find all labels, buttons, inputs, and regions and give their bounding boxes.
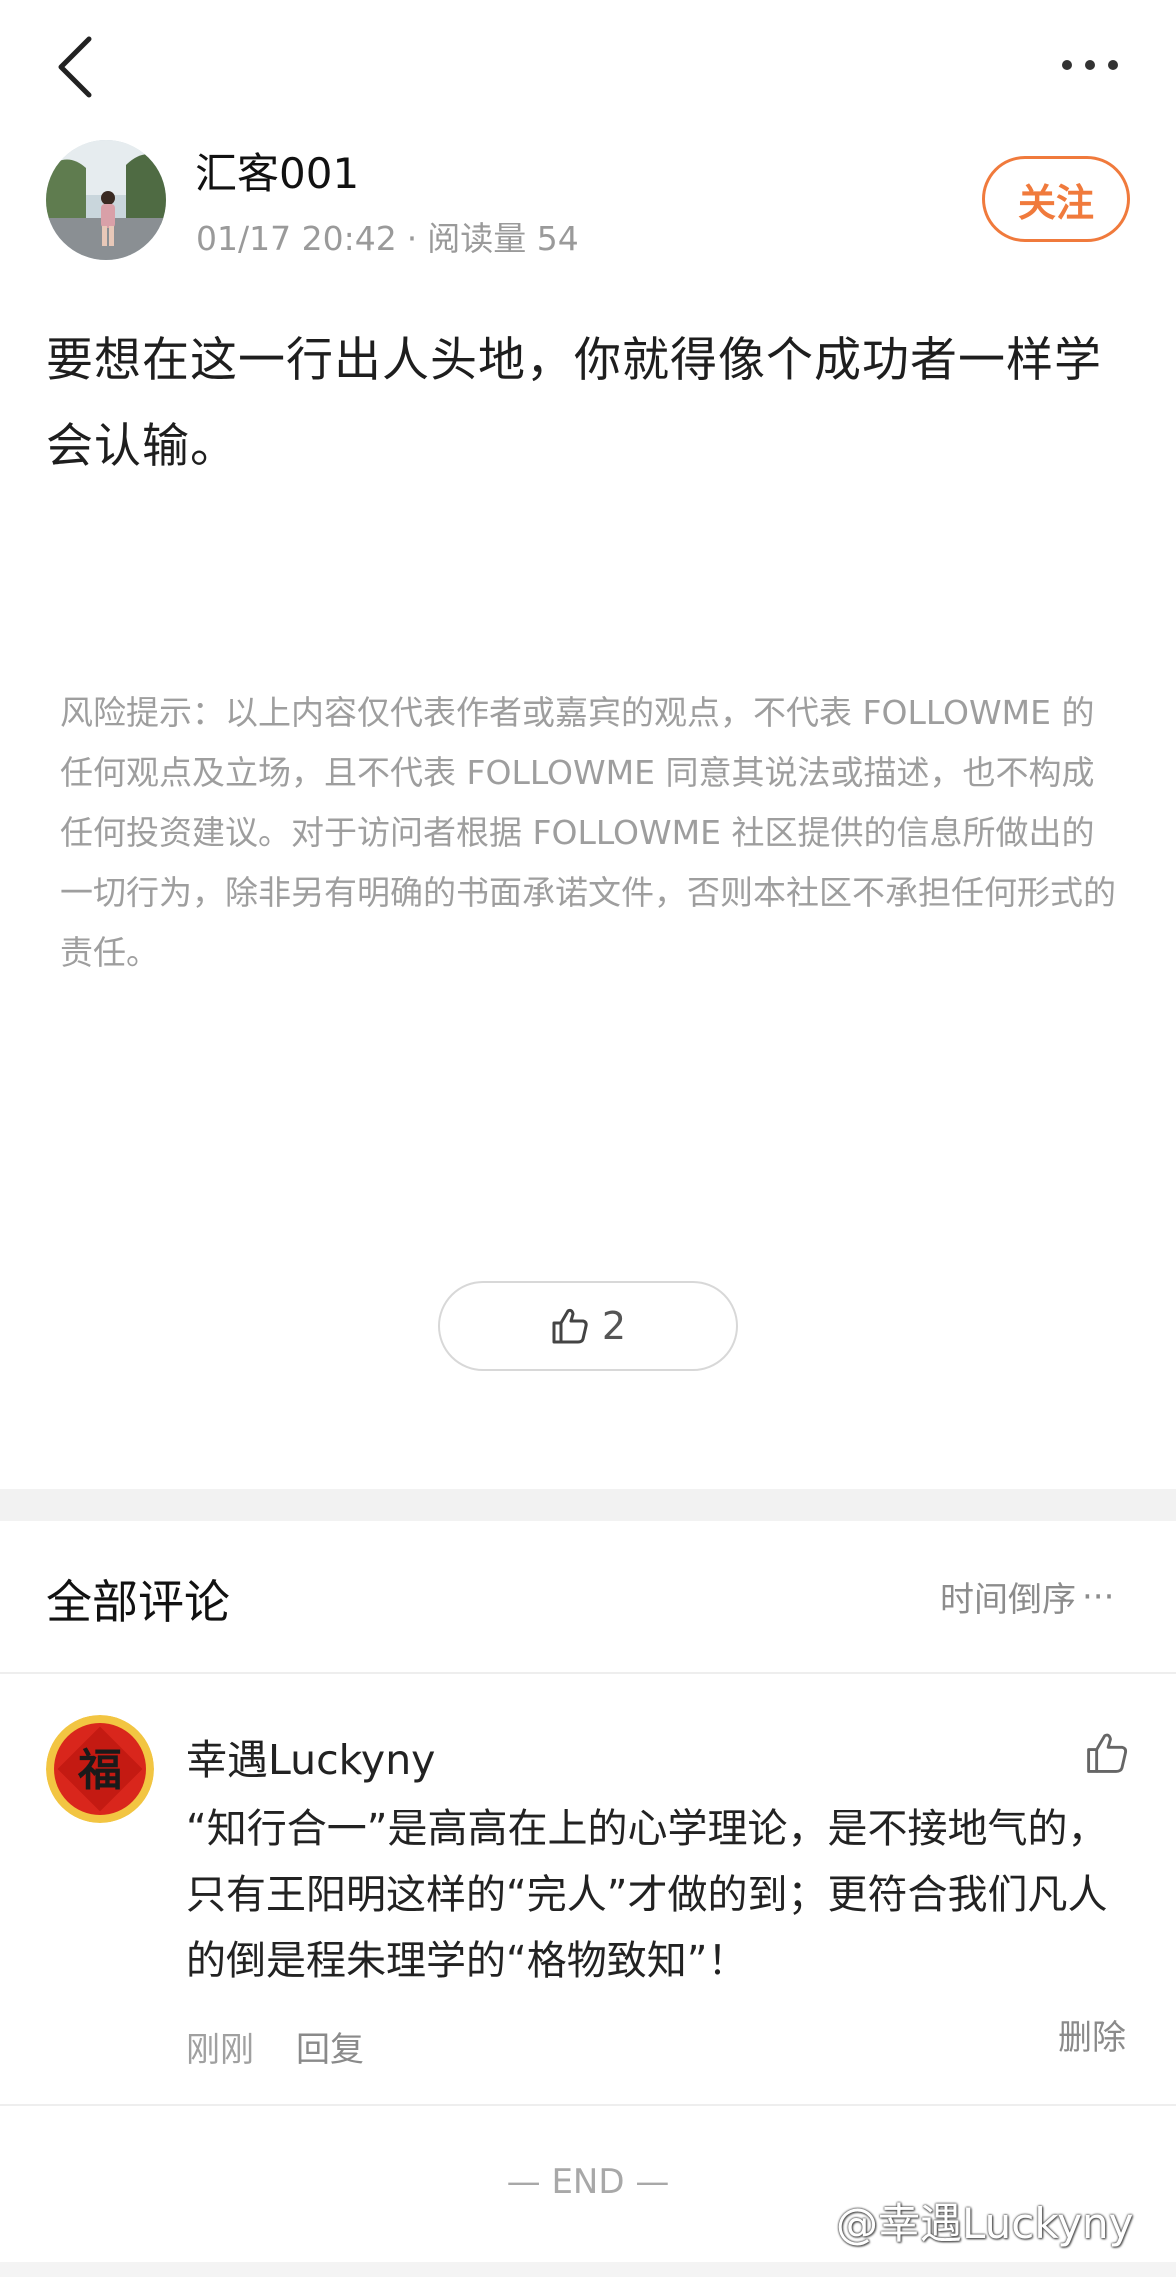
avatar-character: 福 [77, 1745, 122, 1796]
thumbs-up-icon [1087, 1733, 1128, 1773]
author-avatar[interactable] [46, 140, 166, 260]
avatar-fu-icon: 福 [46, 1715, 154, 1823]
read-count: 阅读量 54 [427, 219, 579, 258]
like-button[interactable]: 2 [438, 1281, 738, 1371]
chevron-left-icon [58, 36, 92, 98]
more-horizontal-icon [1062, 60, 1118, 70]
sort-more-icon: ··· [1082, 1576, 1115, 1617]
comment-text: “知行合一”是高高在上的心学理论，是不接地气的，只有王阳明这样的“完人”才做的到… [186, 1806, 1108, 1984]
like-count: 2 [601, 1304, 627, 1348]
comments-title: 全部评论 [46, 1575, 230, 1629]
watermark: @幸遇Luckyny [836, 2199, 1134, 2248]
more-options-button[interactable] [1050, 30, 1130, 100]
sort-label: 时间倒序 [940, 1580, 1076, 1620]
back-button[interactable] [40, 22, 110, 112]
comment-delete-button[interactable]: 删除 [1058, 2010, 1126, 2059]
author-name[interactable]: 汇客001 [195, 140, 359, 201]
commenter-avatar[interactable]: 福 [46, 1715, 154, 1823]
divider [0, 1672, 1176, 1674]
bottom-edge [0, 2262, 1176, 2277]
sort-dropdown[interactable]: 时间倒序 ··· [940, 1572, 1114, 1621]
thumbs-up-icon [552, 1308, 588, 1344]
section-divider [0, 1489, 1176, 1521]
comment-reply-button[interactable]: 回复 [296, 2022, 364, 2071]
meta-separator: · [406, 219, 418, 258]
post-date: 01/17 20:42 [196, 219, 397, 258]
comment-time: 刚刚 [186, 2030, 254, 2070]
comment-username[interactable]: 幸遇Luckyny [186, 1726, 435, 1786]
follow-button[interactable]: 关注 [982, 156, 1130, 242]
post-content: 要想在这一行出人头地，你就得像个成功者一样学会认输。 [46, 333, 1102, 474]
divider [0, 2104, 1176, 2106]
post-meta: 01/17 20:42 · 阅读量 54 [196, 212, 579, 260]
comment-like-button[interactable] [1080, 1726, 1134, 1780]
risk-notice: 风险提示：以上内容仅代表作者或嘉宾的观点，不代表 FOLLOWME 的任何观点及… [60, 693, 1116, 972]
avatar-photo [46, 140, 166, 260]
